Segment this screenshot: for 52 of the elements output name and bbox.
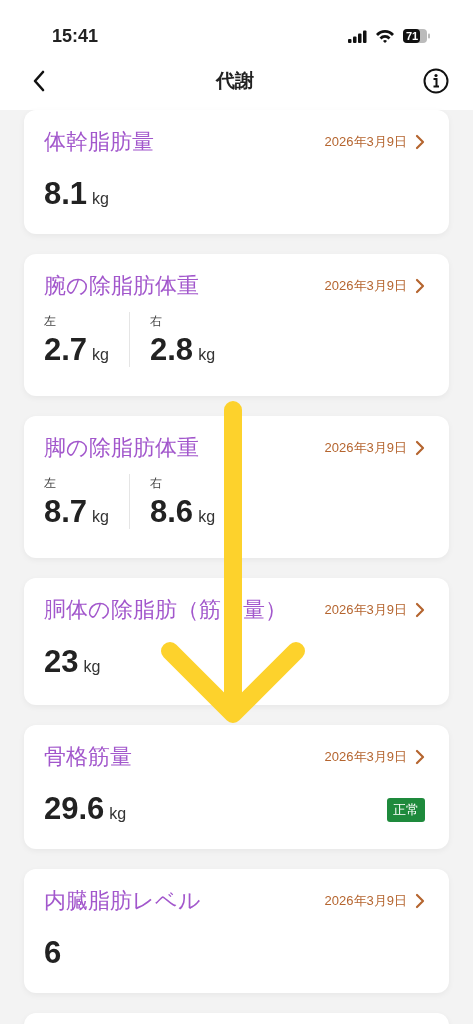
value-text: 2.7 — [44, 334, 88, 366]
unit-label: kg — [83, 657, 101, 678]
value-text: 23 — [44, 646, 79, 678]
side-label: 左 — [44, 313, 57, 331]
date-label: 2026年3月9日 — [324, 892, 407, 911]
value-text: 8.7 — [44, 496, 88, 528]
battery-level: 71 — [406, 30, 419, 42]
metric-card[interactable]: 脚の除脂肪体重 2026年3月9日 左 8.7 kg 右 8.6 kg — [24, 416, 449, 558]
metric-card[interactable]: 腕の除脂肪体重 2026年3月9日 左 2.7 kg 右 2.8 kg — [24, 254, 449, 396]
side-label: 左 — [44, 475, 57, 493]
unit-label: kg — [92, 345, 109, 366]
chevron-icon — [415, 602, 425, 619]
metric-card[interactable]: 体幹脂肪量 2026年3月9日 8.1 kg — [24, 110, 449, 234]
value-text: 29.6 — [44, 793, 105, 825]
unit-label: kg — [92, 507, 109, 528]
date-label: 2026年3月9日 — [324, 748, 407, 767]
status-badge: 正常 — [387, 798, 425, 822]
card-title: 脚の除脂肪体重 — [44, 435, 199, 462]
date-label: 2026年3月9日 — [324, 133, 407, 152]
chevron-icon — [415, 749, 425, 766]
chevron-icon — [415, 134, 425, 151]
card-title: 体幹脂肪量 — [44, 129, 154, 156]
metric-card[interactable]: 内臓脂肪レベル 2026年3月9日 6 — [24, 869, 449, 993]
unit-label: kg — [198, 345, 216, 366]
card-title: 胴体の除脂肪（筋 — [44, 597, 221, 624]
chevron-icon — [415, 278, 425, 295]
side-label: 右 — [150, 475, 163, 493]
value-text: 2.8 — [150, 334, 194, 366]
value-text: 6 — [44, 937, 62, 969]
unit-label: kg — [92, 189, 109, 210]
value-text: 8.1 — [44, 178, 88, 210]
side-label: 右 — [150, 313, 163, 331]
wifi-icon — [375, 29, 395, 43]
date-label: 2026年3月9日 — [324, 439, 407, 458]
status-time: 15:41 — [52, 24, 99, 48]
info-icon[interactable] — [423, 68, 449, 94]
chevron-icon — [415, 440, 425, 457]
unit-label: kg — [109, 804, 127, 825]
back-icon[interactable] — [32, 70, 46, 92]
card-title: 骨格筋量 — [44, 744, 132, 771]
metric-card[interactable]: 骨格筋量 2026年3月9日 29.6 kg 正常 — [24, 725, 449, 849]
screen-title: 代謝 — [215, 68, 254, 93]
metric-card[interactable]: 胴体の除脂肪（筋 量） 2026年3月9日 23 kg — [24, 578, 449, 705]
card-title: 量） — [242, 597, 287, 624]
signal-icon — [348, 29, 367, 43]
card-title: 腕の除脂肪体重 — [44, 273, 199, 300]
card-title: 内臓脂肪レベル — [44, 888, 201, 915]
unit-label: kg — [198, 507, 216, 528]
value-text: 8.6 — [150, 496, 194, 528]
chevron-icon — [415, 893, 425, 910]
date-label: 2026年3月9日 — [324, 277, 407, 296]
date-label: 2026年3月9日 — [324, 601, 407, 620]
